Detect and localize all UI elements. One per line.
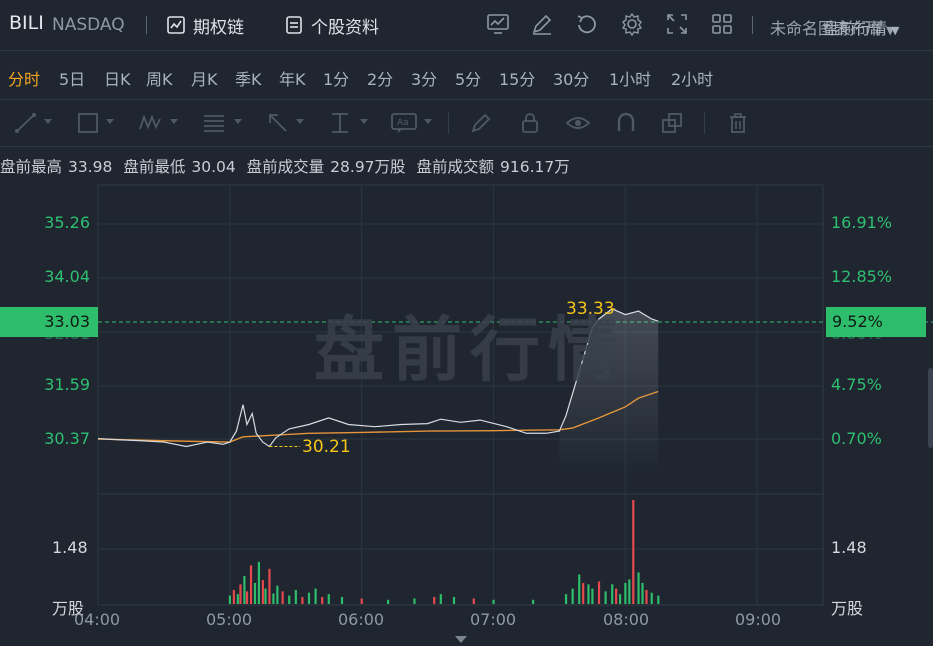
volume-bar	[232, 589, 235, 604]
volume-bar	[294, 589, 297, 604]
x-axis-tick: 09:00	[735, 610, 782, 629]
current-price-tag: 33.03	[0, 307, 98, 337]
volume-bar	[650, 592, 653, 604]
volume-bar	[433, 596, 436, 604]
volume-bar	[632, 500, 635, 604]
chart-grid	[0, 184, 933, 606]
volume-axis-label: 1.48	[52, 538, 88, 557]
volume-bar	[253, 582, 257, 604]
volume-bar	[340, 596, 344, 604]
volume-bar	[582, 582, 585, 604]
right-axis-label: 16.91%	[831, 213, 893, 232]
volume-bar	[257, 561, 261, 604]
current-percent-tag: 9.52%	[826, 307, 926, 337]
volume-bar	[327, 594, 330, 604]
volume-bar	[239, 584, 242, 604]
volume-bar	[591, 588, 594, 604]
volume-bar	[288, 595, 291, 604]
x-axis-tick: 07:00	[470, 610, 517, 629]
volume-bar	[314, 588, 317, 604]
expand-down-icon[interactable]	[455, 636, 467, 643]
volume-bar	[264, 588, 267, 604]
high-marker-label: 33.33	[566, 299, 615, 319]
volume-bar	[604, 591, 607, 604]
volume-bar	[641, 582, 644, 604]
x-axis-tick: 06:00	[338, 610, 385, 629]
volume-bar	[387, 599, 390, 604]
low-marker-label: 30.21	[302, 437, 351, 457]
volume-bar	[245, 591, 249, 604]
volume-bar	[637, 572, 640, 604]
right-axis-label: 4.75%	[831, 375, 882, 394]
scrollbar[interactable]	[928, 368, 933, 448]
volume-bar	[628, 579, 631, 604]
volume-bar	[578, 574, 581, 604]
left-axis-label: 31.59	[44, 375, 90, 394]
volume-bar	[587, 584, 590, 604]
volume-bar	[360, 598, 363, 604]
right-axis-label: 12.85%	[831, 267, 893, 286]
volume-bar	[624, 582, 627, 604]
volume-bar	[276, 585, 279, 604]
volume-bar	[472, 598, 475, 604]
volume-bar	[228, 595, 232, 604]
volume-bar	[645, 589, 648, 604]
volume-bars	[228, 500, 660, 604]
volume-bar	[272, 593, 275, 604]
volume-bar	[452, 596, 456, 604]
volume-bar	[281, 591, 284, 604]
volume-bar	[615, 588, 618, 604]
volume-bar	[657, 595, 660, 604]
left-axis-label: 35.26	[44, 213, 90, 232]
volume-bar	[261, 580, 264, 604]
right-axis-label: 0.70%	[831, 429, 882, 448]
volume-bar	[571, 588, 574, 604]
volume-bar	[597, 581, 601, 604]
plot-frame	[97, 184, 824, 606]
volume-bar	[492, 599, 495, 604]
x-axis-tick: 05:00	[206, 610, 253, 629]
volume-bar	[236, 594, 239, 604]
left-axis-label: 30.37	[44, 429, 90, 448]
volume-bar	[301, 596, 304, 604]
volume-bar	[321, 596, 324, 604]
volume-bar	[243, 575, 246, 604]
volume-bar	[249, 565, 253, 604]
volume-bar	[611, 584, 614, 604]
volume-bar	[439, 594, 442, 604]
volume-bar	[532, 599, 535, 604]
volume-bar	[564, 594, 568, 604]
x-axis-tick: 04:00	[74, 610, 121, 629]
volume-bar	[619, 594, 622, 604]
volume-bar	[307, 592, 311, 604]
volume-axis-label: 1.48	[831, 538, 867, 557]
left-axis-label: 34.04	[44, 267, 90, 286]
volume-unit-label: 万股	[831, 599, 864, 618]
volume-bar	[268, 568, 271, 604]
x-axis-tick: 08:00	[603, 610, 650, 629]
volume-bar	[413, 598, 416, 604]
